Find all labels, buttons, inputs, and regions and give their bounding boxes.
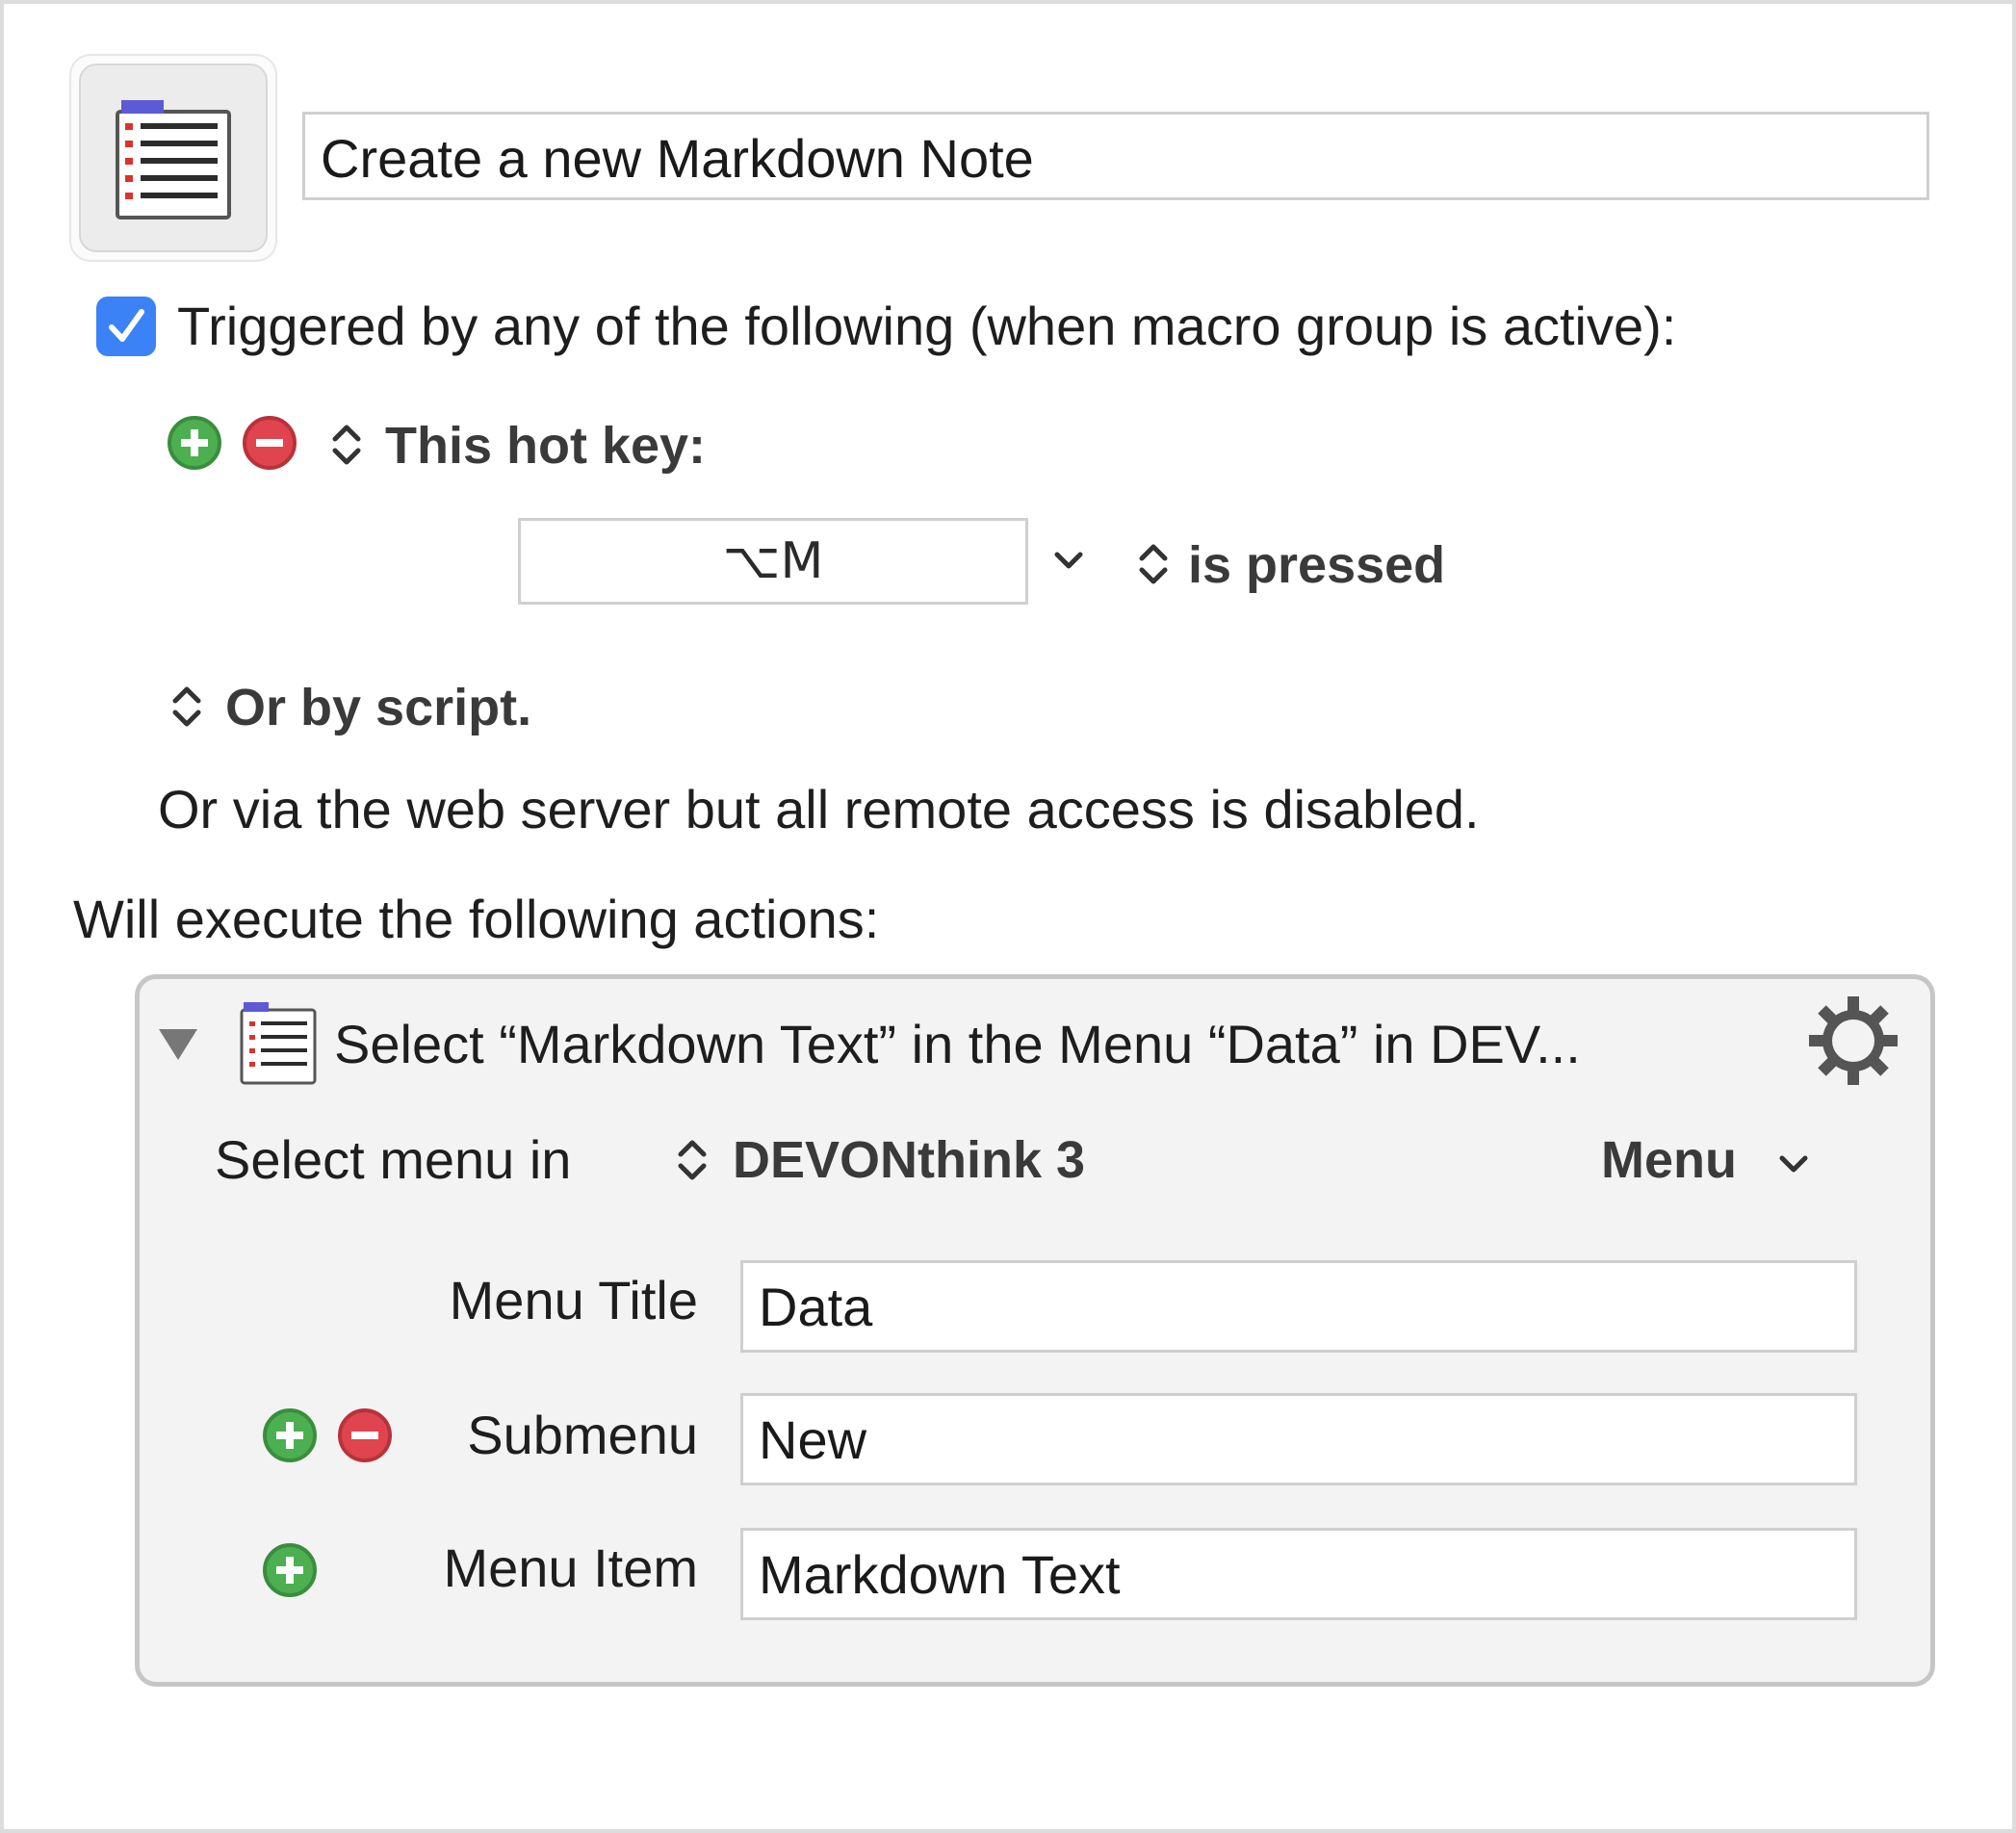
- plus-icon: [276, 1557, 303, 1584]
- gear-icon[interactable]: [1805, 993, 1901, 1089]
- web-server-note: Or via the web server but all remote acc…: [158, 779, 1480, 839]
- submenu-label: Submenu: [467, 1405, 698, 1465]
- menu-item-field[interactable]: Markdown Text: [740, 1528, 1857, 1620]
- disclosure-triangle-icon[interactable]: [157, 1025, 199, 1064]
- action-select-menu[interactable]: Select “Markdown Text” in the Menu “Data…: [135, 974, 1935, 1687]
- plus-icon: [276, 1422, 303, 1449]
- checkmark-icon: [109, 309, 144, 342]
- add-submenu-button[interactable]: [263, 1408, 317, 1462]
- list-document-icon: [240, 1002, 317, 1085]
- submenu-field[interactable]: New: [740, 1393, 1857, 1485]
- macro-name-field[interactable]: Create a new Markdown Note: [302, 112, 1929, 200]
- macro-editor: Create a new Markdown Note Triggered by …: [0, 0, 2016, 1833]
- plus-icon: [181, 429, 208, 456]
- script-trigger-label[interactable]: Or by script.: [225, 678, 531, 737]
- macro-icon-well[interactable]: [69, 54, 277, 262]
- add-trigger-button[interactable]: [168, 416, 221, 470]
- updown-chevron-icon[interactable]: [673, 1131, 711, 1189]
- menu-title-label: Menu Title: [449, 1270, 698, 1330]
- triggered-checkbox[interactable]: [96, 297, 156, 356]
- chevron-down-icon[interactable]: [1774, 1150, 1813, 1179]
- minus-icon: [256, 439, 283, 447]
- updown-chevron-icon[interactable]: [1134, 535, 1173, 593]
- chevron-down-icon[interactable]: [1049, 547, 1088, 576]
- hotkey-field[interactable]: ⌥M: [518, 518, 1028, 605]
- target-app-name[interactable]: DEVONthink 3: [733, 1122, 1085, 1199]
- menu-item-label: Menu Item: [443, 1537, 698, 1598]
- action-title: Select “Markdown Text” in the Menu “Data…: [334, 1014, 1581, 1074]
- menu-type-dropdown[interactable]: Menu: [1601, 1122, 1737, 1199]
- actions-heading: Will execute the following actions:: [73, 889, 880, 949]
- updown-chevron-icon[interactable]: [327, 416, 366, 474]
- hotkey-condition[interactable]: is pressed: [1188, 535, 1445, 595]
- add-menu-item-button[interactable]: [263, 1543, 317, 1597]
- menu-title-field[interactable]: Data: [740, 1260, 1857, 1353]
- select-menu-label: Select menu in: [215, 1129, 572, 1190]
- updown-chevron-icon[interactable]: [168, 678, 206, 736]
- list-document-icon: [116, 100, 231, 219]
- trigger-enabled-label: Triggered by any of the following (when …: [177, 296, 1677, 356]
- remove-trigger-button[interactable]: [243, 416, 297, 470]
- trigger-type-label[interactable]: This hot key:: [385, 416, 706, 476]
